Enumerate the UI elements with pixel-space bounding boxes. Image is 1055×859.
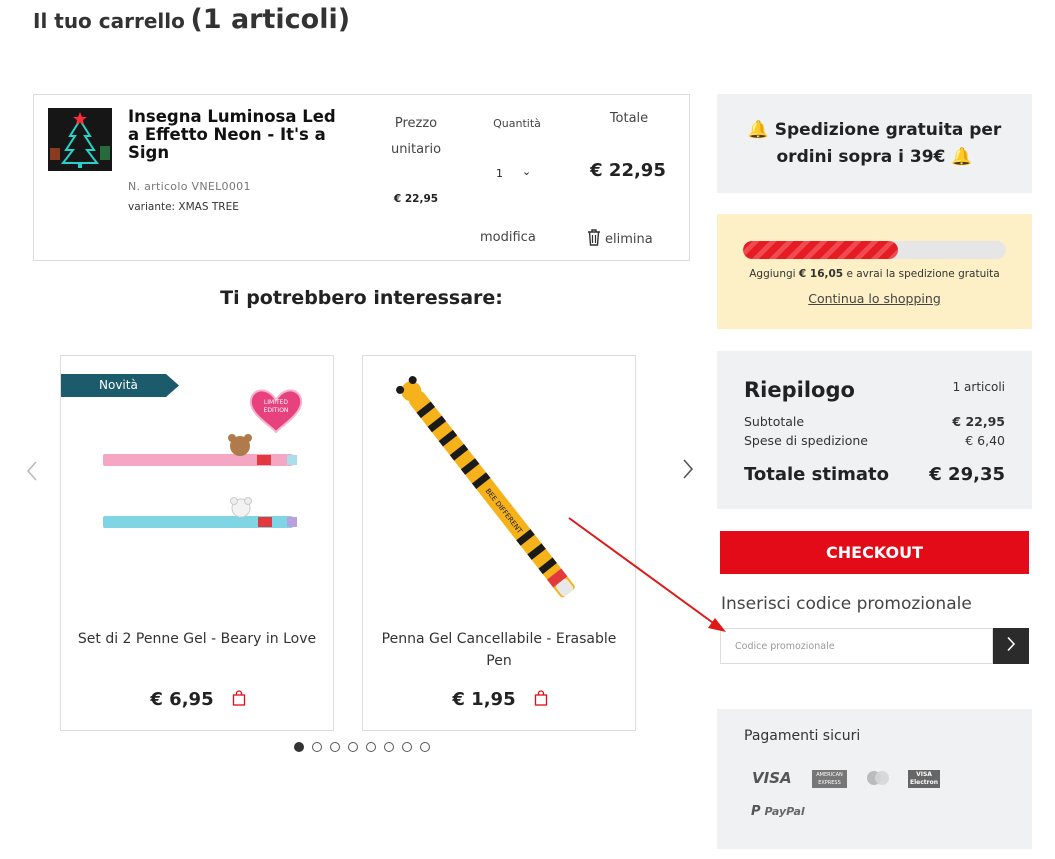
- cart-item-name[interactable]: Insegna Luminosa Led a Effetto Neon - It…: [128, 108, 338, 162]
- cart-item-sku: N. articolo VNEL0001: [128, 180, 251, 193]
- carousel-dot[interactable]: [294, 742, 304, 752]
- carousel-dot[interactable]: [348, 742, 358, 752]
- total-label: Totale stimato: [744, 464, 890, 485]
- delete-label: elimina: [605, 231, 653, 247]
- product-card[interactable]: LIMITED EDITION Novità Set di 2 Penne Ge…: [60, 355, 334, 731]
- quantity-value: 1: [496, 167, 503, 180]
- shipping-value: € 6,40: [965, 433, 1005, 448]
- visa-electron-text: VISA: [916, 771, 932, 778]
- recommendations-title: Ti potrebbero interessare:: [220, 287, 503, 309]
- bell-icon: 🔔: [747, 119, 769, 140]
- progress-amount: € 16,05: [798, 268, 844, 280]
- total-row: Totale stimato € 29,35: [744, 464, 1005, 485]
- product-price-row: € 1,95: [363, 689, 637, 710]
- chevron-down-icon: ⌄: [522, 165, 532, 178]
- secure-payments: Pagamenti sicuri VISA AMERICAN EXPRESS V…: [717, 709, 1032, 849]
- carousel-dot[interactable]: [312, 742, 322, 752]
- quantity-select[interactable]: 1 ⌄: [496, 165, 546, 185]
- line-total-value: € 22,95: [590, 160, 666, 181]
- mastercard-logo: [866, 770, 890, 790]
- product-name[interactable]: Set di 2 Penne Gel - Beary in Love: [71, 628, 323, 650]
- progress-fill: [743, 241, 899, 259]
- shopping-bag-icon[interactable]: [232, 689, 246, 710]
- paypal-logo: P PayPal: [751, 804, 805, 819]
- carousel-dot[interactable]: [420, 742, 430, 752]
- modify-link[interactable]: modifica: [480, 230, 536, 245]
- visa-text: VISA: [752, 769, 792, 787]
- unit-price-header: Prezzo unitario: [390, 116, 442, 157]
- promo-label: Inserisci codice promozionale: [721, 594, 972, 614]
- amex-text: AMERICAN: [816, 772, 843, 778]
- limited-edition-label: LIMITED: [264, 399, 289, 406]
- checkout-button[interactable]: CHECKOUT: [720, 531, 1029, 574]
- summary-title: Riepilogo: [744, 378, 855, 402]
- carousel-dot[interactable]: [330, 742, 340, 752]
- trash-icon: [586, 228, 602, 250]
- chevron-left-icon[interactable]: [26, 460, 38, 488]
- carousel-dots: [294, 742, 430, 752]
- visa-electron-text: Electron: [909, 779, 938, 786]
- paypal-text: PayPal: [764, 805, 805, 818]
- pen-text: BEE DIFFERENT: [484, 487, 524, 536]
- delete-button[interactable]: elimina: [586, 228, 653, 250]
- cart-item-variant: variante: XMAS TREE: [128, 201, 239, 213]
- shipping-banner: 🔔 Spedizione gratuita per ordini sopra i…: [717, 94, 1032, 193]
- amex-logo: AMERICAN EXPRESS: [812, 770, 847, 788]
- badge-new: Novità: [61, 374, 179, 397]
- subtotal-value: € 22,95: [952, 414, 1005, 429]
- product-image[interactable]: BEE DIFFERENT: [363, 356, 637, 616]
- free-shipping-progress: Aggiungi € 16,05 e avrai la spedizione g…: [717, 214, 1032, 329]
- payments-title: Pagamenti sicuri: [744, 728, 861, 744]
- progress-bar: [743, 241, 1006, 259]
- shipping-row: Spese di spedizione € 6,40: [744, 433, 1005, 448]
- cart-item: Insegna Luminosa Led a Effetto Neon - It…: [33, 94, 690, 261]
- product-name[interactable]: Penna Gel Cancellabile - Erasable Pen: [373, 628, 625, 672]
- chevron-right-icon[interactable]: [682, 458, 694, 486]
- total-value: € 29,35: [929, 464, 1005, 485]
- promo-submit-button[interactable]: [993, 628, 1029, 664]
- shopping-bag-icon[interactable]: [534, 689, 548, 710]
- carousel-dot[interactable]: [366, 742, 376, 752]
- limited-edition-label: EDITION: [264, 407, 289, 414]
- product-price: € 1,95: [452, 689, 516, 710]
- carousel-dot[interactable]: [402, 742, 412, 752]
- product-price-row: € 6,95: [61, 689, 335, 710]
- subtotal-label: Subtotale: [744, 414, 805, 429]
- summary-count: 1 articoli: [952, 380, 1005, 394]
- order-summary: Riepilogo 1 articoli Subtotale € 22,95 S…: [717, 351, 1032, 509]
- progress-text-prefix: Aggiungi: [749, 268, 796, 280]
- total-header: Totale: [609, 111, 649, 126]
- quantity-header: Quantità: [493, 117, 541, 130]
- bell-icon: 🔔: [951, 146, 973, 167]
- progress-text-suffix: e avrai la spedizione gratuita: [846, 268, 1000, 280]
- continue-shopping-link[interactable]: Continua lo shopping: [717, 291, 1032, 306]
- visa-logo: VISA: [752, 768, 792, 787]
- shipping-label: Spese di spedizione: [744, 433, 868, 448]
- product-card[interactable]: BEE DIFFERENT Penna Gel Cancellabile - E…: [362, 355, 636, 731]
- carousel-dot[interactable]: [384, 742, 394, 752]
- chevron-right-icon: [1006, 636, 1016, 656]
- product-price: € 6,95: [150, 689, 214, 710]
- unit-price-value: € 22,95: [393, 193, 439, 205]
- page-title-count: (1 articoli): [190, 4, 351, 35]
- subtotal-row: Subtotale € 22,95: [744, 414, 1005, 429]
- product-thumbnail[interactable]: [48, 108, 112, 171]
- progress-text: Aggiungi € 16,05 e avrai la spedizione g…: [717, 268, 1032, 280]
- promo-code-input[interactable]: [720, 628, 993, 664]
- visa-electron-logo: VISA Electron: [908, 770, 940, 788]
- page-title: Il tuo carrello (1 articoli): [33, 4, 350, 35]
- amex-text: EXPRESS: [818, 780, 841, 786]
- page-title-prefix: Il tuo carrello: [33, 9, 185, 33]
